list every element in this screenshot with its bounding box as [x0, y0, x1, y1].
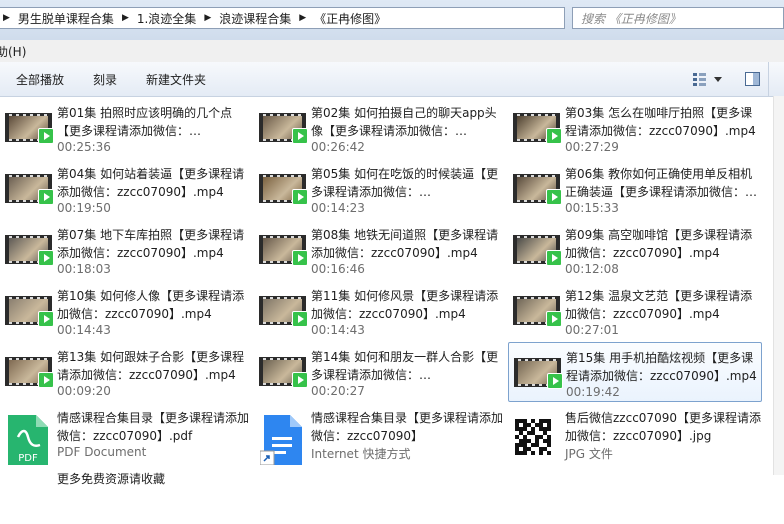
file-name: 第10集 如何修人像【更多课程请添加微信：zzcc07090】.mp4 — [57, 289, 245, 321]
preview-pane-icon — [745, 72, 760, 86]
file-name: 情感课程合集目录【更多课程请添加微信：zzcc07090】 — [311, 411, 504, 443]
video-file-item[interactable]: 第05集 如何在吃饭的时候装逼【更多课程请添加微信：zzcc07090】.mp4… — [254, 159, 508, 219]
file-type-label: JPG 文件 — [565, 447, 613, 461]
play-badge-icon — [292, 311, 308, 327]
duration-label: 00:27:29 — [565, 140, 619, 154]
play-all-button[interactable]: 全部播放 — [16, 71, 64, 88]
qr-code-image-icon — [513, 417, 553, 457]
play-badge-icon — [292, 372, 308, 388]
duration-label: 00:27:01 — [565, 323, 619, 337]
video-file-item[interactable]: 第01集 拍照时应该明确的几个点【更多课程请添加微信：zzcc07090】.mp… — [0, 98, 254, 158]
new-folder-button[interactable]: 新建文件夹 — [146, 71, 206, 88]
play-badge-icon — [547, 373, 563, 389]
duration-label: 00:16:46 — [311, 262, 365, 276]
file-name: 第13集 如何跟妹子合影【更多课程请添加微信：zzcc07090】.mp4 — [57, 350, 245, 382]
duration-label: 00:20:27 — [311, 384, 365, 398]
duration-label: 00:18:03 — [57, 262, 111, 276]
video-file-item[interactable]: 第08集 地铁无间道照【更多课程请添加微信：zzcc07090】.mp4 00:1… — [254, 220, 508, 280]
command-bar: 全部播放 刻录 新建文件夹 — [0, 62, 784, 97]
file-name: 第15集 用手机拍酷炫视频【更多课程请添加微信：zzcc07090】.mp4 — [566, 351, 757, 383]
duration-label: 00:26:42 — [311, 140, 365, 154]
scrollbar[interactable] — [773, 96, 784, 475]
video-file-item[interactable]: 第06集 教你如何正确使用单反相机正确装逼【更多课程请添加微信：zzcc0709… — [508, 159, 762, 219]
file-name: 第03集 怎么在咖啡厅拍照【更多课程请添加微信：zzcc07090】.mp4 — [565, 106, 756, 138]
file-name: 第01集 拍照时应该明确的几个点【更多课程请添加微信：zzcc07090】.mp… — [57, 106, 233, 138]
play-badge-icon — [292, 189, 308, 205]
file-item[interactable]: PDF 情感课程合集目录【更多课程请添加微信：zzcc07090】.pdf PDF … — [0, 403, 254, 465]
svg-text:PDF: PDF — [18, 453, 38, 464]
duration-label: 00:14:43 — [311, 323, 365, 337]
document-shortcut-icon — [260, 415, 302, 465]
file-name: 第05集 如何在吃饭的时候装逼【更多课程请添加微信：zzcc07090】.mp4 — [311, 167, 499, 199]
search-input[interactable]: 搜索 《正冉修图》 — [572, 7, 784, 29]
file-item[interactable]: 售后微信zzcc07090【更多课程请添加微信：zzcc07090】.jpg JP… — [508, 403, 762, 463]
video-file-item[interactable]: 第04集 如何站着装逼【更多课程请添加微信：zzcc07090】.mp4 00:1… — [0, 159, 254, 219]
video-file-item[interactable]: 第09集 高空咖啡馆【更多课程请添加微信：zzcc07090】.mp4 00:12… — [508, 220, 762, 280]
play-badge-icon — [546, 189, 562, 205]
play-badge-icon — [546, 311, 562, 327]
breadcrumb-item[interactable]: 《正冉修图》 — [314, 10, 386, 27]
file-type-label: Internet 快捷方式 — [311, 447, 411, 461]
play-badge-icon — [38, 250, 54, 266]
file-name: 第04集 如何站着装逼【更多课程请添加微信：zzcc07090】.mp4 — [57, 167, 245, 199]
breadcrumb-item[interactable]: 男生脱单课程合集 — [18, 10, 114, 27]
toolbar-divider — [768, 62, 769, 96]
duration-label: 00:14:23 — [311, 201, 365, 215]
duration-label: 00:14:43 — [57, 323, 111, 337]
breadcrumb-item[interactable]: 浪迹课程合集 — [219, 10, 291, 27]
breadcrumb-separator-icon[interactable]: ▶ — [204, 13, 211, 23]
file-name: 售后微信zzcc07090【更多课程请添加微信：zzcc07090】.jpg — [565, 411, 761, 443]
view-icon — [693, 73, 722, 86]
file-item[interactable]: 更多免费资源请收藏 — [0, 464, 254, 524]
play-badge-icon — [38, 128, 54, 144]
file-item[interactable]: 情感课程合集目录【更多课程请添加微信：zzcc07090】 Internet 快捷… — [254, 403, 508, 465]
menu-help[interactable]: 助(H) — [0, 43, 26, 60]
breadcrumb-separator-icon[interactable]: ▶ — [299, 13, 306, 23]
file-name: 第09集 高空咖啡馆【更多课程请添加微信：zzcc07090】.mp4 — [565, 228, 753, 260]
menu-bar: 助(H) — [0, 40, 784, 63]
duration-label: 00:25:36 — [57, 140, 111, 154]
preview-pane-button[interactable] — [744, 70, 762, 88]
pdf-icon: PDF — [8, 415, 48, 465]
play-badge-icon — [292, 128, 308, 144]
duration-label: 00:12:08 — [565, 262, 619, 276]
duration-label: 00:19:50 — [57, 201, 111, 215]
play-badge-icon — [38, 311, 54, 327]
play-badge-icon — [38, 372, 54, 388]
file-name: 第07集 地下车库拍照【更多课程请添加微信：zzcc07090】.mp4 — [57, 228, 245, 260]
address-bar[interactable]: ▶ 男生脱单课程合集 ▶ 1.浪迹全集 ▶ 浪迹课程合集 ▶ 《正冉修图》 — [0, 7, 565, 29]
file-name: 第12集 温泉文艺范【更多课程请添加微信：zzcc07090】.mp4 — [565, 289, 753, 321]
file-name: 第08集 地铁无间道照【更多课程请添加微信：zzcc07090】.mp4 — [311, 228, 499, 260]
video-file-item[interactable]: 第07集 地下车库拍照【更多课程请添加微信：zzcc07090】.mp4 00:1… — [0, 220, 254, 280]
video-file-item[interactable]: 第15集 用手机拍酷炫视频【更多课程请添加微信：zzcc07090】.mp4 00… — [508, 342, 762, 402]
breadcrumb-separator-icon[interactable]: ▶ — [3, 13, 10, 23]
breadcrumb-item[interactable]: 1.浪迹全集 — [137, 10, 196, 27]
file-name: 第06集 教你如何正确使用单反相机正确装逼【更多课程请添加微信：zzcc0709… — [565, 167, 753, 199]
file-name: 第11集 如何修风景【更多课程请添加微信：zzcc07090】.mp4 — [311, 289, 499, 321]
video-file-item[interactable]: 第03集 怎么在咖啡厅拍照【更多课程请添加微信：zzcc07090】.mp4 00… — [508, 98, 762, 158]
duration-label: 00:09:20 — [57, 384, 111, 398]
duration-label: 00:15:33 — [565, 201, 619, 215]
video-file-item[interactable]: 第10集 如何修人像【更多课程请添加微信：zzcc07090】.mp4 00:14… — [0, 281, 254, 341]
file-name: 情感课程合集目录【更多课程请添加微信：zzcc07090】.pdf — [57, 411, 250, 443]
burn-button[interactable]: 刻录 — [93, 71, 117, 88]
file-type-label: PDF Document — [57, 445, 147, 459]
video-file-item[interactable]: 第12集 温泉文艺范【更多课程请添加微信：zzcc07090】.mp4 00:27… — [508, 281, 762, 341]
file-list: 第01集 拍照时应该明确的几个点【更多课程请添加微信：zzcc07090】.mp… — [0, 96, 772, 486]
duration-label: 00:19:42 — [566, 385, 620, 399]
address-bar-area: ▶ 男生脱单课程合集 ▶ 1.浪迹全集 ▶ 浪迹课程合集 ▶ 《正冉修图》 搜索 《正冉修图》 — [0, 0, 784, 40]
video-file-item[interactable]: 第14集 如何和朋友一群人合影【更多课程请添加微信：zzcc07090】.mp4… — [254, 342, 508, 402]
play-badge-icon — [38, 189, 54, 205]
file-name: 第14集 如何和朋友一群人合影【更多课程请添加微信：zzcc07090】.mp4 — [311, 350, 499, 382]
video-file-item[interactable]: 第11集 如何修风景【更多课程请添加微信：zzcc07090】.mp4 00:14… — [254, 281, 508, 341]
video-file-item[interactable]: 第02集 如何拍摄自己的聊天app头像【更多课程请添加微信：zzcc07090】… — [254, 98, 508, 158]
video-file-item[interactable]: 第13集 如何跟妹子合影【更多课程请添加微信：zzcc07090】.mp4 00:… — [0, 342, 254, 402]
file-name: 第02集 如何拍摄自己的聊天app头像【更多课程请添加微信：zzcc07090】… — [311, 106, 497, 138]
breadcrumb-separator-icon[interactable]: ▶ — [122, 13, 129, 23]
file-name: 更多免费资源请收藏 — [57, 472, 166, 486]
play-badge-icon — [546, 250, 562, 266]
play-badge-icon — [292, 250, 308, 266]
play-badge-icon — [546, 128, 562, 144]
change-view-button[interactable] — [692, 70, 722, 88]
